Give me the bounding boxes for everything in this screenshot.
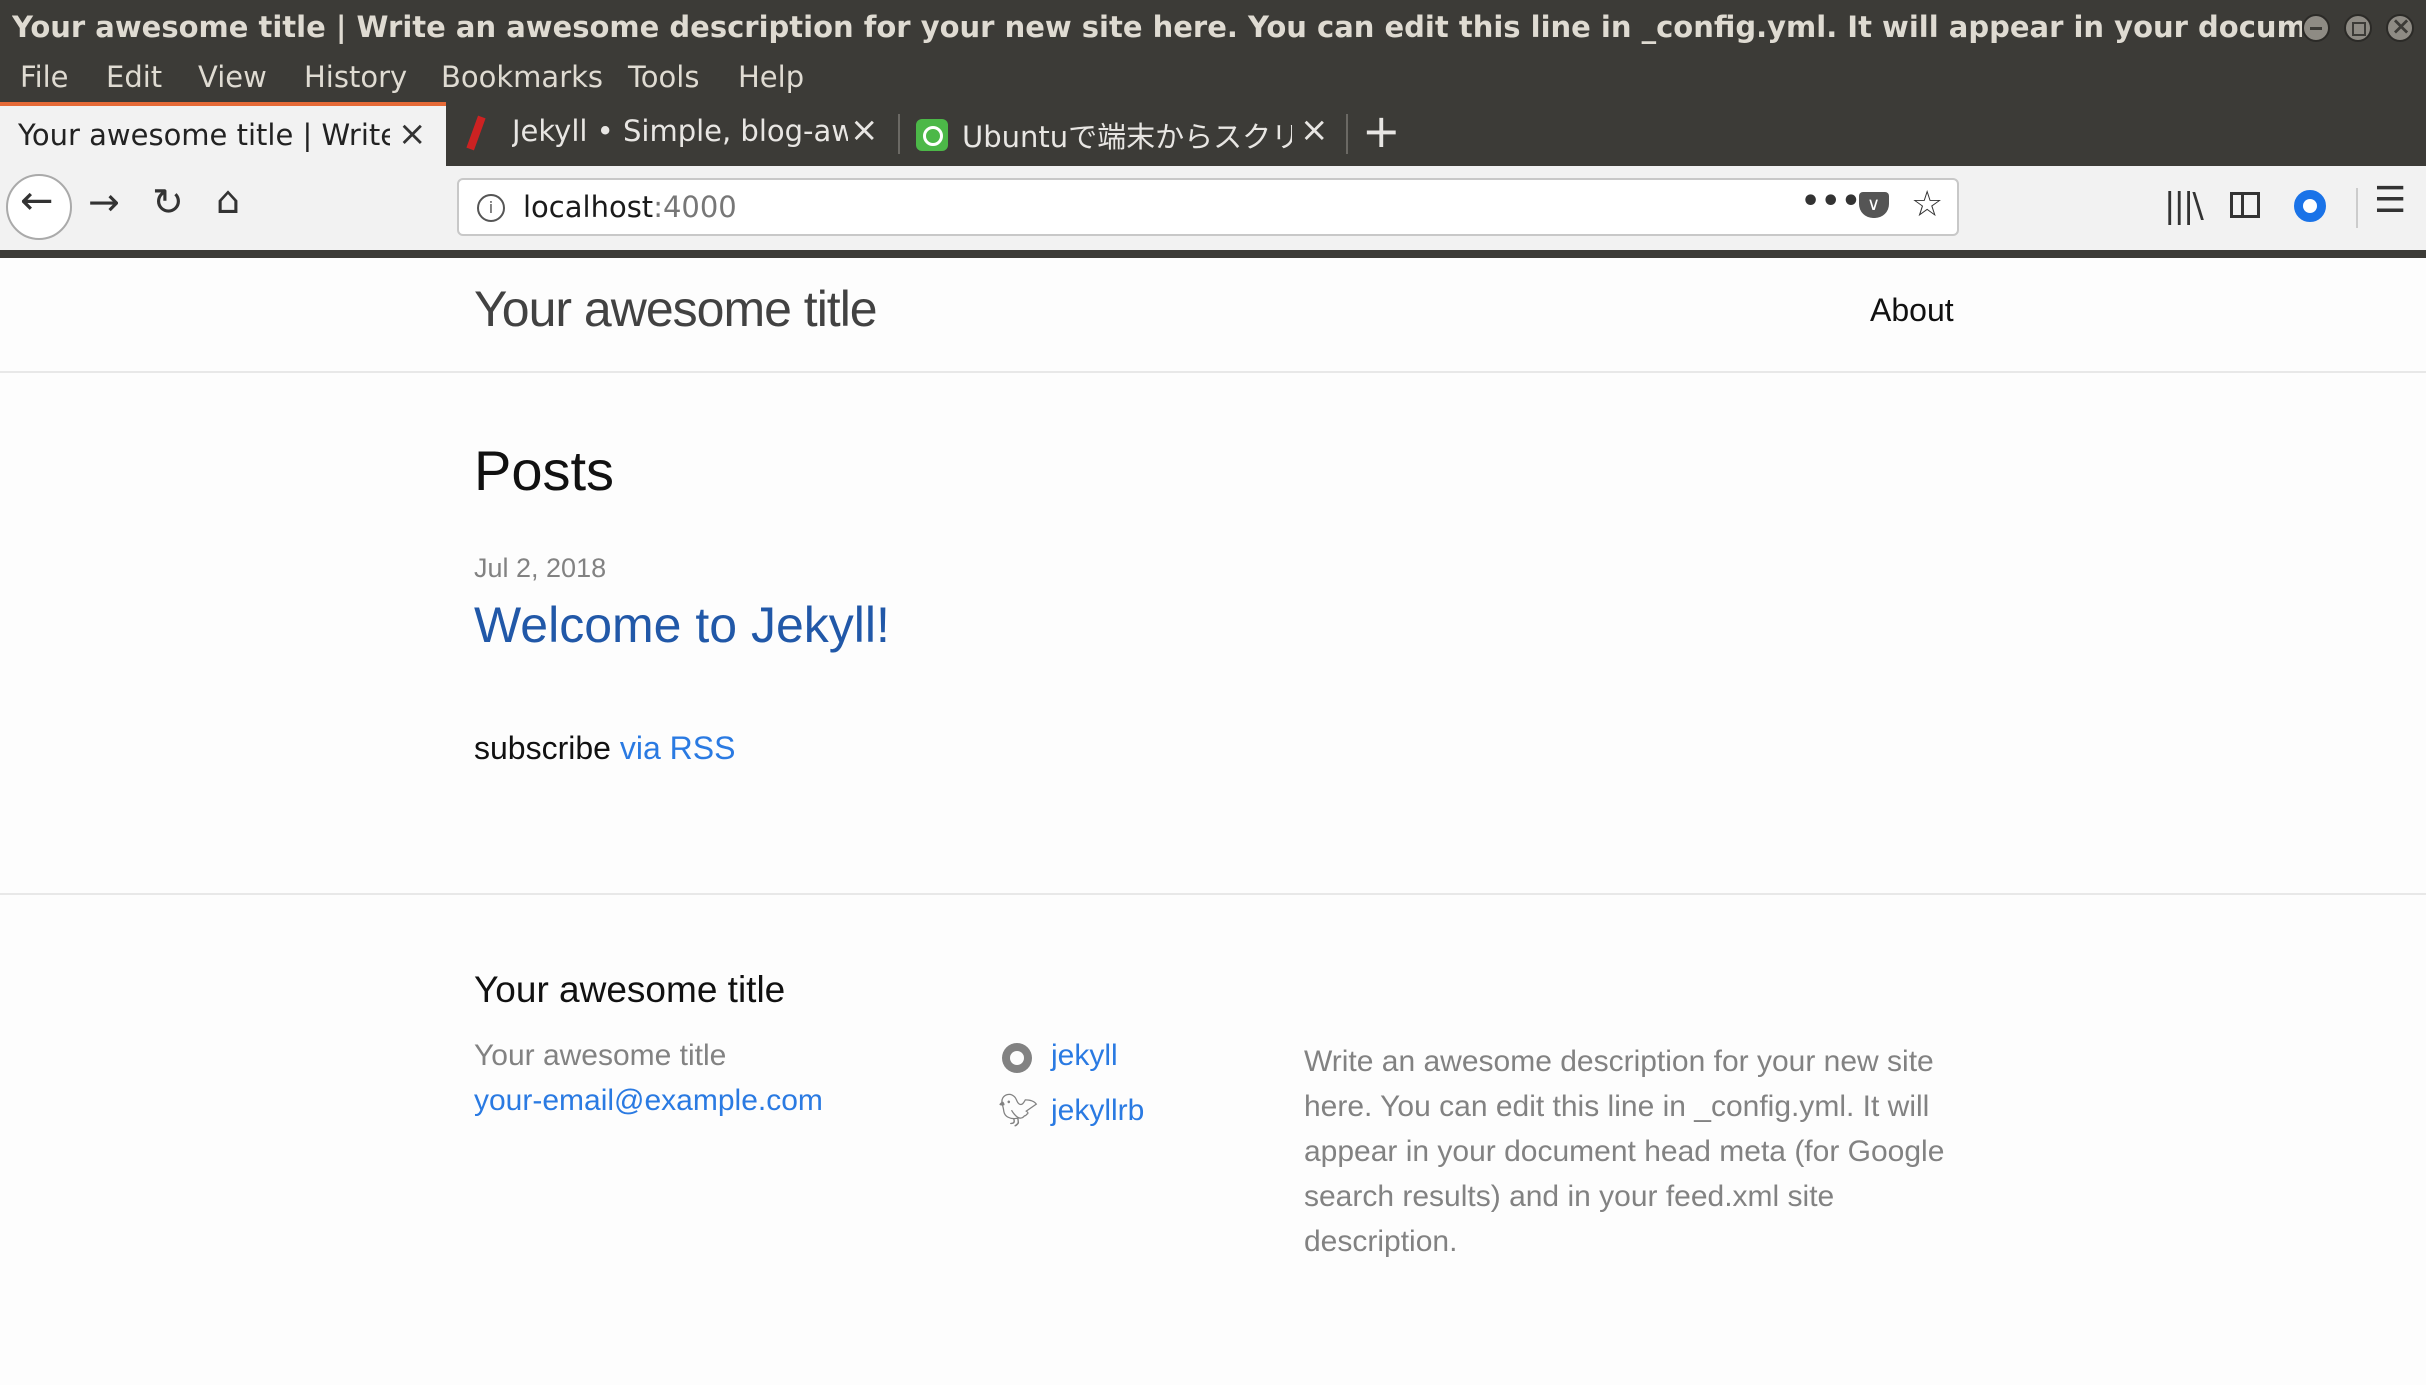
tab-bar: Your awesome title | Write a × Jekyll • … (0, 102, 2426, 166)
rss-link[interactable]: via RSS (620, 730, 736, 766)
tab-your-awesome-title[interactable]: Your awesome title | Write a × (0, 102, 446, 166)
menu-tools[interactable]: Tools (628, 60, 699, 94)
site-info-icon[interactable]: i (477, 194, 505, 222)
reload-icon[interactable]: ↻ (152, 180, 184, 224)
close-tab-icon[interactable]: × (850, 110, 879, 150)
pocket-icon[interactable]: ∨ (1859, 192, 1889, 218)
tab-jekyll[interactable]: Jekyll • Simple, blog-awa × (446, 102, 896, 166)
site-title-link[interactable]: Your awesome title (474, 280, 878, 338)
post-title-link[interactable]: Welcome to Jekyll! (474, 596, 890, 654)
minimize-button[interactable] (2302, 14, 2330, 42)
site-footer: Your awesome title Your awesome title yo… (0, 893, 2426, 1258)
footer-heading: Your awesome title (474, 969, 786, 1010)
menu-help[interactable]: Help (738, 60, 804, 94)
page-actions-icon[interactable]: ••• (1801, 184, 1862, 219)
nav-about-link[interactable]: About (1870, 292, 1954, 329)
tab-separator (1346, 114, 1348, 154)
window-titlebar: Your awesome title | Write an awesome de… (0, 0, 2426, 56)
twitter-link[interactable]: jekyllrb (1051, 1094, 1144, 1128)
close-tab-icon[interactable]: × (398, 114, 427, 154)
menu-view[interactable]: View (198, 60, 267, 94)
github-icon (1002, 1043, 1032, 1073)
menu-history[interactable]: History (304, 60, 407, 94)
window-title: Your awesome title | Write an awesome de… (12, 10, 2302, 44)
site-header: Your awesome title About (0, 258, 2426, 373)
toolbar-separator (2356, 188, 2358, 228)
back-button[interactable]: ← (6, 174, 72, 240)
jekyll-favicon-icon (466, 115, 486, 151)
twitter-icon: 🐦︎ (998, 1091, 1039, 1129)
tab-label: Ubuntuで端末からスクリ (962, 120, 1292, 154)
url-text[interactable]: localhost:4000 (523, 190, 737, 224)
bookmark-star-icon[interactable]: ☆ (1911, 184, 1943, 225)
maximize-button[interactable] (2344, 14, 2372, 42)
back-arrow-icon: ← (20, 178, 54, 224)
close-window-button[interactable]: × (2386, 12, 2414, 42)
menu-bookmarks[interactable]: Bookmarks (441, 60, 603, 94)
menu-bar: File Edit View History Bookmarks Tools H… (0, 56, 2426, 102)
tab-label: Jekyll • Simple, blog-awa (512, 114, 848, 148)
qiita-favicon-icon (916, 119, 948, 151)
password-manager-icon[interactable] (2294, 190, 2326, 222)
menu-hamburger-icon[interactable]: ☰ (2374, 180, 2406, 221)
tab-ubuntu[interactable]: Ubuntuで端末からスクリ × (900, 102, 1346, 166)
menu-file[interactable]: File (20, 60, 69, 94)
menu-edit[interactable]: Edit (106, 60, 162, 94)
posts-heading: Posts (474, 439, 615, 502)
github-link[interactable]: jekyll (1051, 1039, 1118, 1073)
footer-description: Write an awesome description for your ne… (1304, 1045, 1945, 1258)
library-icon[interactable]: |||\ (2164, 186, 2204, 226)
forward-icon[interactable]: → (88, 180, 120, 224)
new-tab-icon[interactable]: + (1362, 104, 1401, 158)
subscribe-line: subscribe via RSS (474, 730, 735, 767)
url-host: localhost (523, 190, 654, 224)
home-icon[interactable]: ⌂ (216, 178, 240, 222)
tab-label: Your awesome title | Write a (18, 118, 390, 152)
url-port: :4000 (653, 190, 737, 224)
post-date: Jul 2, 2018 (474, 553, 607, 583)
close-tab-icon[interactable]: × (1300, 110, 1329, 150)
footer-email-link[interactable]: your-email@example.com (474, 1084, 823, 1118)
url-bar[interactable]: i localhost:4000 ••• ∨ ☆ (457, 178, 1959, 236)
sidebar-icon[interactable] (2230, 192, 2260, 218)
web-page: Your awesome title About Posts Jul 2, 20… (0, 258, 2426, 1385)
subscribe-text: subscribe (474, 730, 611, 766)
footer-name: Your awesome title (474, 1039, 727, 1072)
